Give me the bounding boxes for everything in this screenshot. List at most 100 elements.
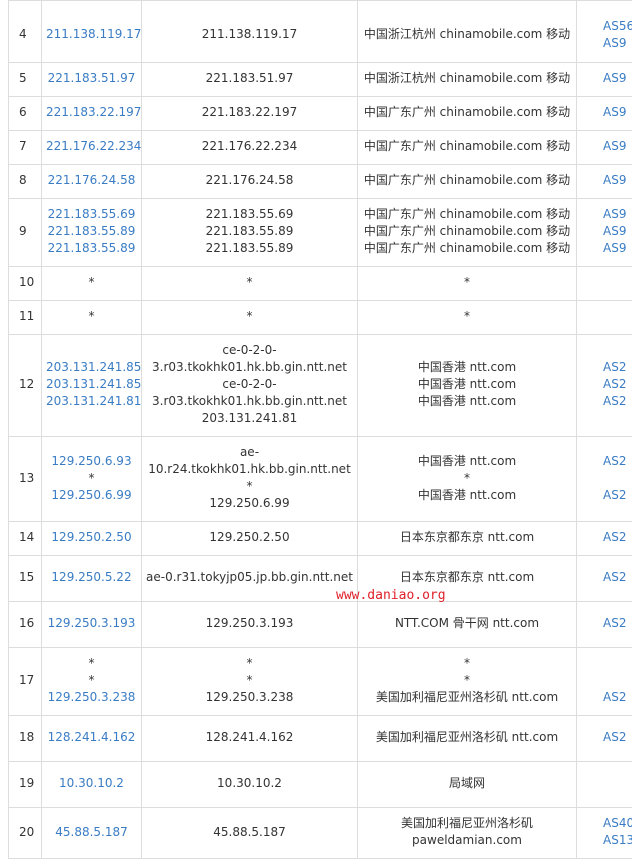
hop-ip-link[interactable]: 221.176.24.58	[46, 172, 137, 189]
hop-location-cell: *	[358, 301, 577, 335]
hop-asn-link[interactable]: AS2	[603, 729, 632, 746]
hop-hostname: *	[146, 672, 353, 689]
hop-hostname-cell: 221.183.51.97	[142, 63, 358, 97]
hop-hostname-cell: ae-10.r24.tkokhk01.hk.bb.gin.ntt.net*129…	[142, 437, 358, 522]
hop-asn-link[interactable]: AS2	[603, 689, 632, 706]
hop-ip-link[interactable]: 203.131.241.81	[46, 393, 137, 410]
hop-row: 14129.250.2.50129.250.2.50日本东京都东京 ntt.co…	[9, 522, 632, 556]
hop-row: 13129.250.6.93*129.250.6.99ae-10.r24.tko…	[9, 437, 632, 522]
hop-asn-link[interactable]: AS9	[603, 35, 632, 52]
hop-ip-link: *	[46, 470, 137, 487]
hop-location: 中国广东广州 chinamobile.com 移动	[362, 223, 572, 240]
hop-asn-link[interactable]: AS2	[603, 376, 632, 393]
hop-hostname: 221.176.22.234	[146, 138, 353, 155]
hop-hostname-cell: 10.30.10.2	[142, 762, 358, 808]
hop-location-cell: 中国广东广州 chinamobile.com 移动	[358, 131, 577, 165]
hop-number: 19	[9, 762, 42, 808]
hop-asn-link[interactable]: AS2	[603, 487, 632, 504]
hop-ip-link[interactable]: 129.250.2.50	[46, 529, 137, 546]
hop-asn-link[interactable]: AS2	[603, 359, 632, 376]
hop-asn-cell: AS9AS9AS9	[577, 199, 632, 267]
hop-ip-link[interactable]: 10.30.10.2	[46, 775, 137, 792]
hop-location: 中国香港 ntt.com	[362, 453, 572, 470]
hop-number: 10	[9, 267, 42, 301]
hop-location-cell: 中国香港 ntt.com中国香港 ntt.com中国香港 ntt.com	[358, 335, 577, 437]
hop-hostname-cell: 221.183.55.69221.183.55.89221.183.55.89	[142, 199, 358, 267]
hop-hostname: 129.250.2.50	[146, 529, 353, 546]
hop-asn-link[interactable]: AS9	[603, 223, 632, 240]
hop-ip-link[interactable]: 128.241.4.162	[46, 729, 137, 746]
hop-ip-link[interactable]: 221.183.55.69	[46, 206, 137, 223]
hop-hostname: *	[146, 655, 353, 672]
hop-ip-link[interactable]: 221.183.55.89	[46, 240, 137, 257]
hop-asn-link[interactable]: AS2	[603, 569, 632, 586]
hop-location: 中国广东广州 chinamobile.com 移动	[362, 206, 572, 223]
hop-ip-link[interactable]: 129.250.3.193	[46, 615, 137, 632]
hop-hostname: 129.250.3.238	[146, 689, 353, 706]
hop-location: *	[362, 470, 572, 487]
hop-number: 9	[9, 199, 42, 267]
hop-ip-link[interactable]: 203.131.241.85	[46, 359, 137, 376]
hop-asn-link[interactable]: AS9	[603, 70, 632, 87]
hop-ip-link[interactable]: 221.183.55.89	[46, 223, 137, 240]
hop-asn-link[interactable]: AS9	[603, 240, 632, 257]
hop-asn-link[interactable]: AS2	[603, 615, 632, 632]
hop-location: 美国加利福尼亚州洛杉矶	[362, 815, 572, 832]
hop-asn-link[interactable]: AS9	[603, 206, 632, 223]
hop-ip-link[interactable]: 129.250.6.99	[46, 487, 137, 504]
hop-location-cell: 中国广东广州 chinamobile.com 移动	[358, 97, 577, 131]
hop-hostname: 129.250.6.99	[146, 495, 353, 512]
hop-asn-link[interactable]: AS2	[603, 529, 632, 546]
hop-asn-link[interactable]: AS40	[603, 815, 632, 832]
hop-hostname: *	[146, 308, 353, 325]
hop-ip-link[interactable]: 221.183.22.197	[46, 104, 137, 121]
hop-ip-cell: *	[42, 267, 142, 301]
hop-asn-link[interactable]: AS9	[603, 104, 632, 121]
hop-asn-link[interactable]: AS2	[603, 393, 632, 410]
hop-hostname: 3.r03.tkokhk01.hk.bb.gin.ntt.net	[146, 359, 353, 376]
hop-ip-link[interactable]: 129.250.3.238	[46, 689, 137, 706]
hop-row: 7221.176.22.234221.176.22.234中国广东广州 chin…	[9, 131, 632, 165]
hop-ip-link[interactable]: 221.183.51.97	[46, 70, 137, 87]
hop-ip-link[interactable]: 221.176.22.234	[46, 138, 137, 155]
hop-location-cell: 中国广东广州 chinamobile.com 移动中国广东广州 chinamob…	[358, 199, 577, 267]
hop-hostname: ce-0-2-0-	[146, 376, 353, 393]
hop-asn-link[interactable]: AS2	[603, 453, 632, 470]
hop-hostname-cell: 129.250.2.50	[142, 522, 358, 556]
hop-ip-link[interactable]: 203.131.241.85	[46, 376, 137, 393]
hop-ip-link[interactable]: 129.250.5.22	[46, 569, 137, 586]
hop-asn-cell: AS2	[577, 716, 632, 762]
hop-ip-cell: **129.250.3.238	[42, 648, 142, 716]
hop-ip-link[interactable]: 129.250.6.93	[46, 453, 137, 470]
hop-ip-cell: 211.138.119.17	[42, 1, 142, 63]
hop-number: 16	[9, 602, 42, 648]
hop-ip-link[interactable]: 211.138.119.17	[46, 26, 137, 43]
hop-ip-link: *	[46, 655, 137, 672]
hop-location-cell: 中国香港 ntt.com*中国香港 ntt.com	[358, 437, 577, 522]
hop-number: 13	[9, 437, 42, 522]
hop-hostname: 203.131.241.81	[146, 410, 353, 427]
hop-number: 6	[9, 97, 42, 131]
hop-ip-cell: 221.176.24.58	[42, 165, 142, 199]
hop-ip-link[interactable]: 45.88.5.187	[46, 824, 137, 841]
hop-ip-cell: 203.131.241.85203.131.241.85203.131.241.…	[42, 335, 142, 437]
hop-ip-cell: 128.241.4.162	[42, 716, 142, 762]
hop-ip-cell: 221.183.55.69221.183.55.89221.183.55.89	[42, 199, 142, 267]
hop-hostname-cell: ce-0-2-0-3.r03.tkokhk01.hk.bb.gin.ntt.ne…	[142, 335, 358, 437]
hop-asn-link[interactable]: AS9	[603, 138, 632, 155]
hop-number: 5	[9, 63, 42, 97]
hop-hostname: *	[146, 274, 353, 291]
hop-ip-cell: 221.183.22.197	[42, 97, 142, 131]
hop-asn-link[interactable]: AS56	[603, 18, 632, 35]
hop-asn-link[interactable]: AS13	[603, 832, 632, 849]
hop-ip-cell: 129.250.5.22	[42, 556, 142, 602]
hop-number: 7	[9, 131, 42, 165]
hop-location-cell: 中国浙江杭州 chinamobile.com 移动	[358, 1, 577, 63]
hop-row: 10***	[9, 267, 632, 301]
hop-asn-link[interactable]: AS9	[603, 172, 632, 189]
hop-asn-cell: AS2	[577, 648, 632, 716]
hop-number: 20	[9, 808, 42, 859]
hop-hostname-cell: *	[142, 301, 358, 335]
hop-row: 2045.88.5.18745.88.5.187美国加利福尼亚州洛杉矶pawel…	[9, 808, 632, 859]
hop-hostname-cell: 221.176.22.234	[142, 131, 358, 165]
